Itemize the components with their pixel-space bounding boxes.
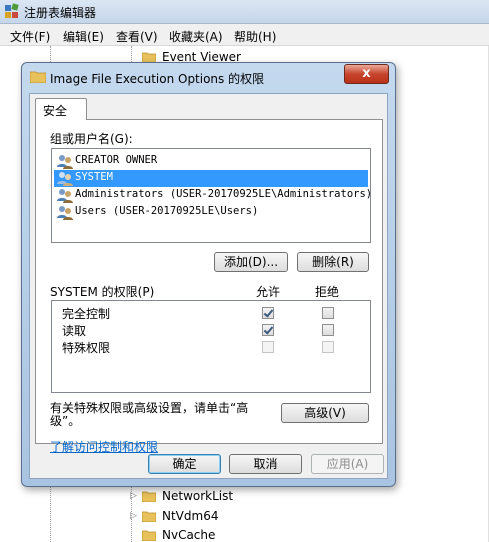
tree-item-ntvdm64[interactable]: ▷ NtVdm64 xyxy=(130,508,330,526)
ok-button[interactable]: 确定 xyxy=(148,454,221,474)
close-icon: x xyxy=(362,66,371,81)
registry-menu-bar: 文件(F) 编辑(E) 查看(V) 收藏夹(A) 帮助(H) xyxy=(0,24,489,46)
user-item-system[interactable]: SYSTEM xyxy=(54,170,368,187)
add-button[interactable]: 添加(D)... xyxy=(214,252,288,272)
user-item-creator-owner[interactable]: CREATOR OWNER xyxy=(54,153,368,170)
user-group-icon xyxy=(57,206,73,220)
allow-full-control-checkbox[interactable] xyxy=(262,307,274,319)
folder-icon xyxy=(142,491,156,502)
advanced-hint: 有关特殊权限或高级设置，请单击“高级”。 xyxy=(50,401,249,428)
dialog-body: 安全 组或用户名(G): CREATOR OWNER SYSTEM Admini… xyxy=(29,93,388,479)
apply-button[interactable]: 应用(A) xyxy=(311,454,384,474)
menu-edit[interactable]: 编辑(E) xyxy=(63,28,104,45)
remove-button[interactable]: 删除(R) xyxy=(297,252,369,272)
dialog-title: Image File Execution Options 的权限 xyxy=(50,72,265,86)
user-group-icon xyxy=(57,155,73,169)
expand-arrow-icon[interactable]: ▷ xyxy=(130,511,137,521)
user-item-users[interactable]: Users (USER-20170925LE\Users) xyxy=(54,204,368,221)
tree-item-networklist[interactable]: ▷ NetworkList xyxy=(130,488,330,506)
menu-favorites[interactable]: 收藏夹(A) xyxy=(169,28,223,45)
deny-header: 拒绝 xyxy=(315,285,340,299)
folder-icon xyxy=(142,511,156,522)
deny-special-checkbox[interactable] xyxy=(322,341,334,353)
deny-full-control-checkbox[interactable] xyxy=(322,307,334,319)
user-group-icon xyxy=(57,189,73,203)
users-label: 组或用户名(G): xyxy=(50,132,133,146)
menu-file[interactable]: 文件(F) xyxy=(10,28,50,45)
advanced-button[interactable]: 高级(V) xyxy=(281,403,369,423)
permission-row-full-control: 完全控制 xyxy=(62,305,362,322)
expand-arrow-icon[interactable]: ▷ xyxy=(130,491,137,501)
menu-help[interactable]: 帮助(H) xyxy=(234,28,276,45)
registry-title-bar: 注册表编辑器 xyxy=(0,0,489,24)
allow-read-checkbox[interactable] xyxy=(262,324,274,336)
allow-special-checkbox[interactable] xyxy=(262,341,274,353)
registry-title: 注册表编辑器 xyxy=(24,6,97,20)
permissions-dialog: Image File Execution Options 的权限 x 安全 组或… xyxy=(21,62,396,487)
user-group-icon xyxy=(57,172,73,186)
menu-view[interactable]: 查看(V) xyxy=(116,28,158,45)
registry-editor-icon xyxy=(5,3,19,18)
permissions-label: SYSTEM 的权限(P) xyxy=(50,285,155,299)
allow-header: 允许 xyxy=(256,285,281,299)
close-button[interactable]: x xyxy=(344,64,389,84)
deny-read-checkbox[interactable] xyxy=(322,324,334,336)
learn-access-control-link[interactable]: 了解访问控制和权限 xyxy=(50,438,158,455)
folder-icon xyxy=(30,71,46,83)
security-tab-panel: 组或用户名(G): CREATOR OWNER SYSTEM Administr… xyxy=(35,119,383,454)
dialog-title-bar[interactable]: Image File Execution Options 的权限 x xyxy=(22,63,395,90)
permission-row-read: 读取 xyxy=(62,322,362,339)
tree-item-nvcache[interactable]: NvCache xyxy=(130,527,330,542)
tab-security[interactable]: 安全 xyxy=(35,98,87,120)
permissions-table: 完全控制 读取 特殊权限 xyxy=(51,300,371,393)
folder-icon xyxy=(142,530,156,541)
user-item-administrators[interactable]: Administrators (USER-20170925LE\Administ… xyxy=(54,187,372,204)
users-list[interactable]: CREATOR OWNER SYSTEM Administrators (USE… xyxy=(51,148,372,243)
permission-row-special: 特殊权限 xyxy=(62,339,362,356)
cancel-button[interactable]: 取消 xyxy=(229,454,302,474)
